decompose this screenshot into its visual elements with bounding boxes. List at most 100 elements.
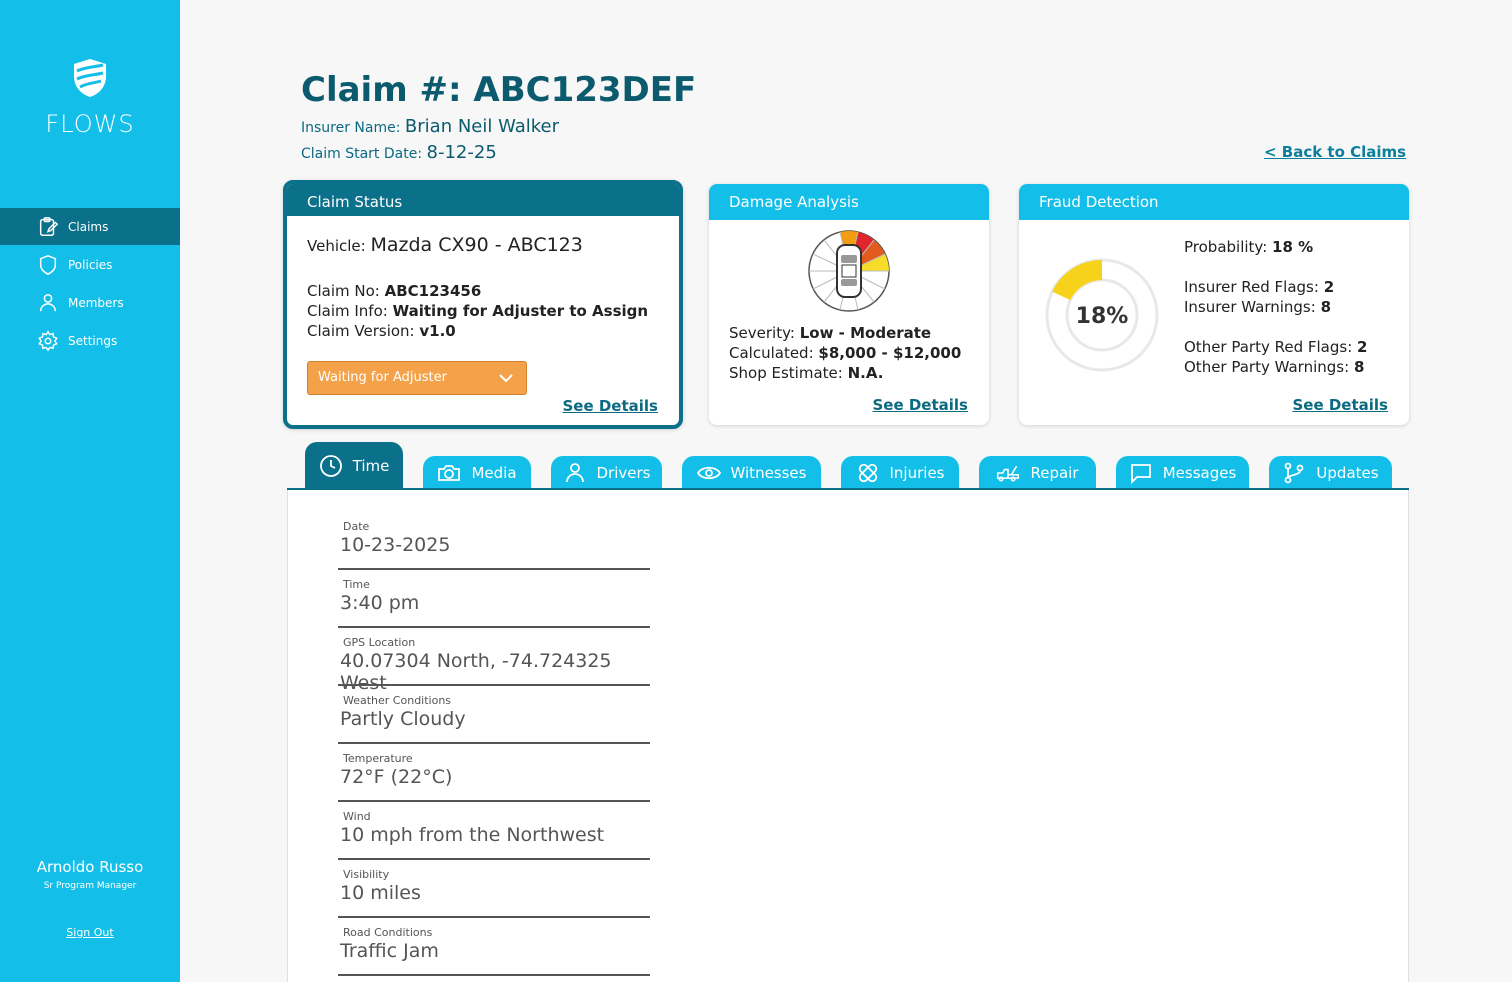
claim-start-row: Claim Start Date: 8-12-25 bbox=[301, 142, 497, 163]
page-title: Claim #: ABC123DEF bbox=[301, 70, 697, 110]
other-party-warnings-label: Other Party Warnings: bbox=[1184, 358, 1350, 376]
field-label: Road Conditions bbox=[343, 926, 433, 939]
field-value: Traffic Jam bbox=[340, 940, 439, 962]
field-value: 10-23-2025 bbox=[340, 534, 451, 556]
other-party-warnings-row: Other Party Warnings: 8 bbox=[1184, 358, 1364, 376]
tab-witnesses[interactable]: Witnesses bbox=[682, 456, 821, 490]
severity-label: Severity: bbox=[729, 324, 795, 342]
field-label: Visibility bbox=[343, 868, 390, 881]
app-name: FLOWS bbox=[45, 110, 135, 138]
sidebar-nav: Claims Policies Members Settings bbox=[0, 208, 180, 360]
tab-updates[interactable]: Updates bbox=[1269, 456, 1392, 490]
date-field[interactable]: Date 10-23-2025 bbox=[338, 520, 650, 570]
probability-label: Probability: bbox=[1184, 238, 1268, 256]
chevron-down-icon bbox=[499, 374, 513, 383]
field-label: Date bbox=[343, 520, 370, 533]
field-value: Partly Cloudy bbox=[340, 708, 466, 730]
user-name: Arnoldo Russo bbox=[36, 858, 144, 876]
tab-label: Witnesses bbox=[730, 464, 807, 482]
calculated-row: Calculated: $8,000 - $12,000 bbox=[729, 344, 961, 362]
fraud-percent-text: 18% bbox=[1076, 304, 1129, 329]
temperature-field[interactable]: Temperature 72°F (22°C) bbox=[338, 752, 650, 802]
wind-field[interactable]: Wind 10 mph from the Northwest bbox=[338, 810, 650, 860]
claim-start-label: Claim Start Date: bbox=[301, 146, 423, 162]
tab-messages[interactable]: Messages bbox=[1116, 456, 1249, 490]
insurer-warnings-row: Insurer Warnings: 8 bbox=[1184, 298, 1331, 316]
claim-status-card: Claim Status Vehicle: Mazda CX90 - ABC12… bbox=[283, 180, 683, 429]
insurer-red-flags-value: 2 bbox=[1323, 278, 1335, 296]
insurer-red-flags-row: Insurer Red Flags: 2 bbox=[1184, 278, 1334, 296]
fraud-detection-card: Fraud Detection 18% Probability: 18 % In… bbox=[1019, 184, 1409, 425]
back-to-claims-link[interactable]: < Back to Claims bbox=[1264, 143, 1406, 161]
sign-out-link[interactable]: Sign Out bbox=[0, 926, 180, 939]
tab-drivers[interactable]: Drivers bbox=[551, 456, 662, 490]
chat-icon bbox=[1130, 464, 1151, 485]
user-icon bbox=[565, 463, 584, 483]
tab-label: Time bbox=[352, 457, 390, 475]
field-value: 72°F (22°C) bbox=[340, 766, 453, 788]
field-label: Temperature bbox=[343, 752, 413, 765]
insurer-warnings-label: Insurer Warnings: bbox=[1184, 298, 1316, 316]
damage-see-details[interactable]: See Details bbox=[872, 396, 968, 414]
clock-icon bbox=[319, 455, 342, 477]
fraud-gauge: 18% bbox=[1045, 258, 1159, 372]
status-dropdown[interactable]: Waiting for Adjuster bbox=[307, 361, 527, 395]
field-label: GPS Location bbox=[343, 636, 416, 649]
damage-analysis-card: Damage Analysis Severity: Low - Moderate… bbox=[709, 184, 989, 425]
tab-label: Messages bbox=[1162, 464, 1237, 482]
field-value: 3:40 pm bbox=[340, 592, 420, 614]
road-conditions-field[interactable]: Road Conditions Traffic Jam bbox=[338, 926, 650, 976]
sidebar-item-label: Claims bbox=[68, 219, 109, 234]
time-panel: Date 10-23-2025 Time 3:40 pm GPS Locatio… bbox=[287, 490, 1409, 982]
vehicle-label: Vehicle: bbox=[307, 237, 366, 255]
eye-icon bbox=[696, 466, 721, 480]
sidebar-item-members[interactable]: Members bbox=[0, 284, 180, 321]
visibility-field[interactable]: Visibility 10 miles bbox=[338, 868, 650, 918]
sidebar-item-policies[interactable]: Policies bbox=[0, 246, 180, 283]
insurer-warnings-value: 8 bbox=[1320, 298, 1332, 316]
calculated-value: $8,000 - $12,000 bbox=[818, 344, 962, 362]
time-field[interactable]: Time 3:40 pm bbox=[338, 578, 650, 628]
logo[interactable]: FLOWS bbox=[0, 58, 180, 138]
severity-row: Severity: Low - Moderate bbox=[729, 324, 931, 342]
insurer-label: Insurer Name: bbox=[301, 120, 401, 136]
shop-estimate-label: Shop Estimate: bbox=[729, 364, 843, 382]
weather-conditions-field[interactable]: Weather Conditions Partly Cloudy bbox=[338, 694, 650, 744]
probability-row: Probability: 18 % bbox=[1184, 238, 1313, 256]
clipboard-icon bbox=[39, 216, 59, 236]
shield-icon bbox=[39, 254, 57, 275]
field-label: Weather Conditions bbox=[343, 694, 452, 707]
tab-label: Drivers bbox=[596, 464, 651, 482]
tab-label: Updates bbox=[1316, 464, 1379, 482]
claim-no-row: Claim No: ABC123456 bbox=[307, 282, 481, 300]
shop-estimate-row: Shop Estimate: N.A. bbox=[729, 364, 883, 382]
user-icon bbox=[39, 293, 57, 311]
sidebar-item-settings[interactable]: Settings bbox=[0, 322, 180, 359]
tab-injuries[interactable]: Injuries bbox=[841, 456, 959, 490]
claim-version-row: Claim Version: v1.0 bbox=[307, 322, 456, 340]
other-party-red-flags-value: 2 bbox=[1357, 338, 1368, 356]
gps-location-field[interactable]: GPS Location 40.07304 North, -74.724325 … bbox=[338, 636, 650, 694]
claim-start-value: 8-12-25 bbox=[426, 142, 497, 163]
shield-logo-icon bbox=[74, 59, 106, 97]
user-role: Sr Program Manager bbox=[43, 881, 137, 891]
tab-time[interactable]: Time bbox=[305, 442, 403, 490]
tab-media[interactable]: Media bbox=[423, 456, 531, 490]
status-dropdown-value: Waiting for Adjuster bbox=[318, 370, 447, 385]
claim-version-label: Claim Version: bbox=[307, 322, 415, 340]
fraud-see-details[interactable]: See Details bbox=[1292, 396, 1388, 414]
claim-info-row: Claim Info: Waiting for Adjuster to Assi… bbox=[307, 302, 648, 320]
camera-icon bbox=[438, 465, 461, 481]
severity-value: Low - Moderate bbox=[799, 324, 932, 342]
sidebar-item-claims[interactable]: Claims bbox=[0, 208, 180, 245]
user-profile: Arnoldo Russo Sr Program Manager bbox=[0, 858, 180, 891]
tab-repair[interactable]: Repair bbox=[979, 456, 1096, 490]
probability-value: 18 % bbox=[1272, 238, 1314, 256]
sidebar-item-label: Policies bbox=[68, 257, 113, 272]
claim-status-see-details[interactable]: See Details bbox=[562, 397, 658, 415]
insurer-value: Brian Neil Walker bbox=[404, 116, 560, 137]
car-damage-diagram-icon bbox=[808, 230, 890, 312]
field-label: Wind bbox=[343, 810, 371, 823]
vehicle-value: Mazda CX90 - ABC123 bbox=[370, 234, 583, 256]
tab-label: Repair bbox=[1030, 464, 1079, 482]
